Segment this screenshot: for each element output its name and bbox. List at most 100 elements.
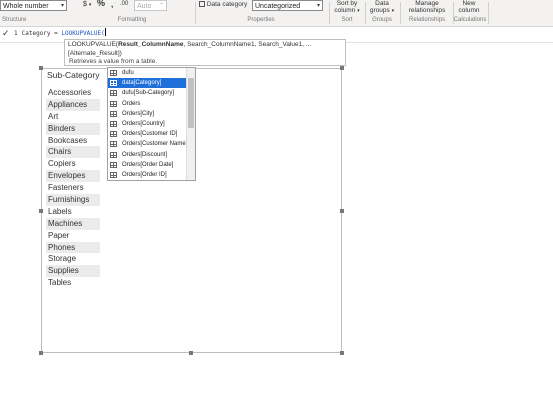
slicer-item[interactable]: Machines: [46, 217, 100, 230]
currency-symbol-button[interactable]: $ ▾: [83, 1, 91, 9]
signature-rest: , Search_ColumnName1, Search_Value1, ...: [183, 41, 312, 48]
relationships-group-label: Relationships: [408, 17, 446, 23]
signature-current-param: Result_ColumnName: [118, 41, 184, 48]
manage-relationships-button[interactable]: Manage relationships: [404, 0, 450, 14]
slicer-list: Accessories Appliances Art Binders Bookcases…: [46, 87, 100, 289]
slicer-item[interactable]: Paper: [46, 230, 100, 242]
comma-button[interactable]: ,: [111, 1, 113, 9]
groups-group-label: Groups: [372, 17, 392, 23]
currency-icon: $: [83, 1, 87, 8]
format-value: Whole number: [3, 3, 49, 10]
slicer-item[interactable]: Copiers: [46, 158, 100, 170]
autocomplete-item[interactable]: Orders[Order Date]: [108, 160, 188, 170]
autocomplete-item-label: Orders: [122, 100, 141, 107]
ribbon-separator: [488, 2, 489, 24]
autocomplete-item[interactable]: Orders[Country]: [108, 119, 188, 129]
scrollbar-thumb[interactable]: [188, 78, 194, 128]
ribbon-separator: [400, 2, 401, 24]
autocomplete-list[interactable]: dufu data[Category] dufu[Sub-Category] Orde…: [107, 67, 196, 181]
table-column-icon: [110, 80, 117, 87]
ribbon-separator: [195, 2, 196, 24]
function-signature: LOOKUPVALUE(Result_ColumnName, Search_Co…: [68, 41, 342, 50]
calculations-group-label: Calculations: [453, 17, 487, 23]
table-column-icon: [110, 131, 117, 138]
table-column-icon: [110, 161, 117, 168]
data-groups-label: Data groups: [369, 0, 390, 14]
slicer-item[interactable]: Furnishings: [46, 194, 100, 206]
new-column-button[interactable]: New column: [455, 0, 483, 14]
table-column-icon: [110, 100, 117, 107]
signature-line2: [Alternate_Result]): [68, 49, 122, 57]
format-dropdown[interactable]: Whole number ▾: [0, 0, 67, 11]
table-column-icon: [110, 120, 117, 127]
slicer-item[interactable]: Chairs: [46, 146, 100, 159]
autocomplete-item-label: Orders[Discount]: [122, 151, 168, 158]
slicer-item[interactable]: Labels: [46, 206, 100, 218]
auto-value: Auto: [137, 3, 152, 10]
slicer-item[interactable]: Tables: [46, 277, 100, 289]
slicer-item[interactable]: Supplies: [46, 265, 100, 278]
formatting-group-label: Formatting: [117, 17, 147, 23]
data-category-dropdown[interactable]: Uncategorized ▾: [252, 0, 323, 11]
autocomplete-item-label: Orders[Country]: [122, 120, 165, 127]
structure-group-label: Structure: [2, 17, 27, 23]
slicer-item[interactable]: Phones: [46, 241, 100, 254]
commit-check-icon[interactable]: ✓: [2, 28, 10, 39]
autocomplete-scrollbar[interactable]: [186, 68, 195, 180]
autocomplete-item-label: Orders[Order ID]: [122, 171, 167, 178]
table-column-icon: [110, 70, 117, 76]
autocomplete-item[interactable]: dufu: [108, 68, 188, 78]
resize-handle[interactable]: [39, 66, 43, 70]
chevron-down-icon: ▾: [316, 3, 320, 9]
slicer-item[interactable]: Binders: [46, 122, 100, 135]
slicer-item[interactable]: Bookcases: [46, 135, 100, 147]
slicer-item[interactable]: Storage: [46, 253, 100, 265]
resize-handle[interactable]: [39, 351, 43, 355]
signature-function: LOOKUPVALUE(: [68, 41, 119, 48]
decimal-places-spinner[interactable]: Auto ⌃: [134, 0, 167, 11]
data-category-value: Uncategorized: [255, 3, 301, 10]
autocomplete-item-label: Orders[Order Date]: [122, 161, 174, 168]
autocomplete-item[interactable]: dufu[Sub-Category]: [108, 88, 188, 98]
chevron-down-icon: ▾: [88, 2, 92, 8]
table-column-icon: [110, 90, 117, 97]
autocomplete-item-label: data[Category]: [122, 80, 162, 87]
ribbon: Whole number ▾ Structure $ ▾ % , .00 Aut…: [0, 0, 553, 27]
data-category-icon: [199, 1, 205, 7]
chevron-down-icon: ▾: [391, 8, 395, 14]
slicer-item[interactable]: Appliances: [46, 98, 100, 111]
slicer-item[interactable]: Fasteners: [46, 182, 100, 194]
sort-group-label: Sort: [341, 17, 353, 23]
autocomplete-item-label: Orders[Customer ID]: [122, 131, 178, 138]
autocomplete-item-label: dufu: [122, 70, 134, 76]
autocomplete-item[interactable]: Orders[Order ID]: [108, 170, 188, 180]
slicer-item[interactable]: Art: [46, 111, 100, 123]
decimal-button[interactable]: .00: [120, 1, 128, 8]
autocomplete-item-label: Orders[Customer Name]: [122, 141, 188, 148]
autocomplete-item[interactable]: data[Category]: [108, 78, 188, 89]
resize-handle[interactable]: [340, 209, 344, 213]
sort-by-column-button[interactable]: Sort by column ▾: [332, 0, 362, 15]
ribbon-separator: [365, 2, 366, 24]
spinner-icon: ⌃: [158, 3, 164, 9]
resize-handle[interactable]: [189, 351, 193, 355]
table-column-icon: [110, 110, 117, 117]
autocomplete-item[interactable]: Orders[Customer ID]: [108, 129, 188, 139]
autocomplete-item[interactable]: Orders[City]: [108, 109, 188, 119]
resize-handle[interactable]: [340, 66, 344, 70]
resize-handle[interactable]: [340, 351, 344, 355]
data-category-label: Data category: [206, 1, 248, 8]
slicer-item[interactable]: Envelopes: [46, 170, 100, 183]
slicer-item[interactable]: Accessories: [46, 87, 100, 99]
properties-group-label: Properties: [247, 17, 275, 23]
data-groups-button[interactable]: Data groups ▾: [369, 0, 395, 15]
line-number: 1: [14, 30, 18, 37]
resize-handle[interactable]: [39, 209, 43, 213]
autocomplete-item[interactable]: Orders: [108, 99, 188, 109]
sort-by-column-label: Sort by column: [334, 0, 358, 14]
ribbon-separator: [329, 2, 330, 24]
table-column-icon: [110, 141, 117, 148]
autocomplete-item[interactable]: Orders[Discount]: [108, 150, 188, 160]
autocomplete-item[interactable]: Orders[Customer Name]: [108, 139, 188, 149]
percent-button[interactable]: %: [97, 0, 105, 8]
